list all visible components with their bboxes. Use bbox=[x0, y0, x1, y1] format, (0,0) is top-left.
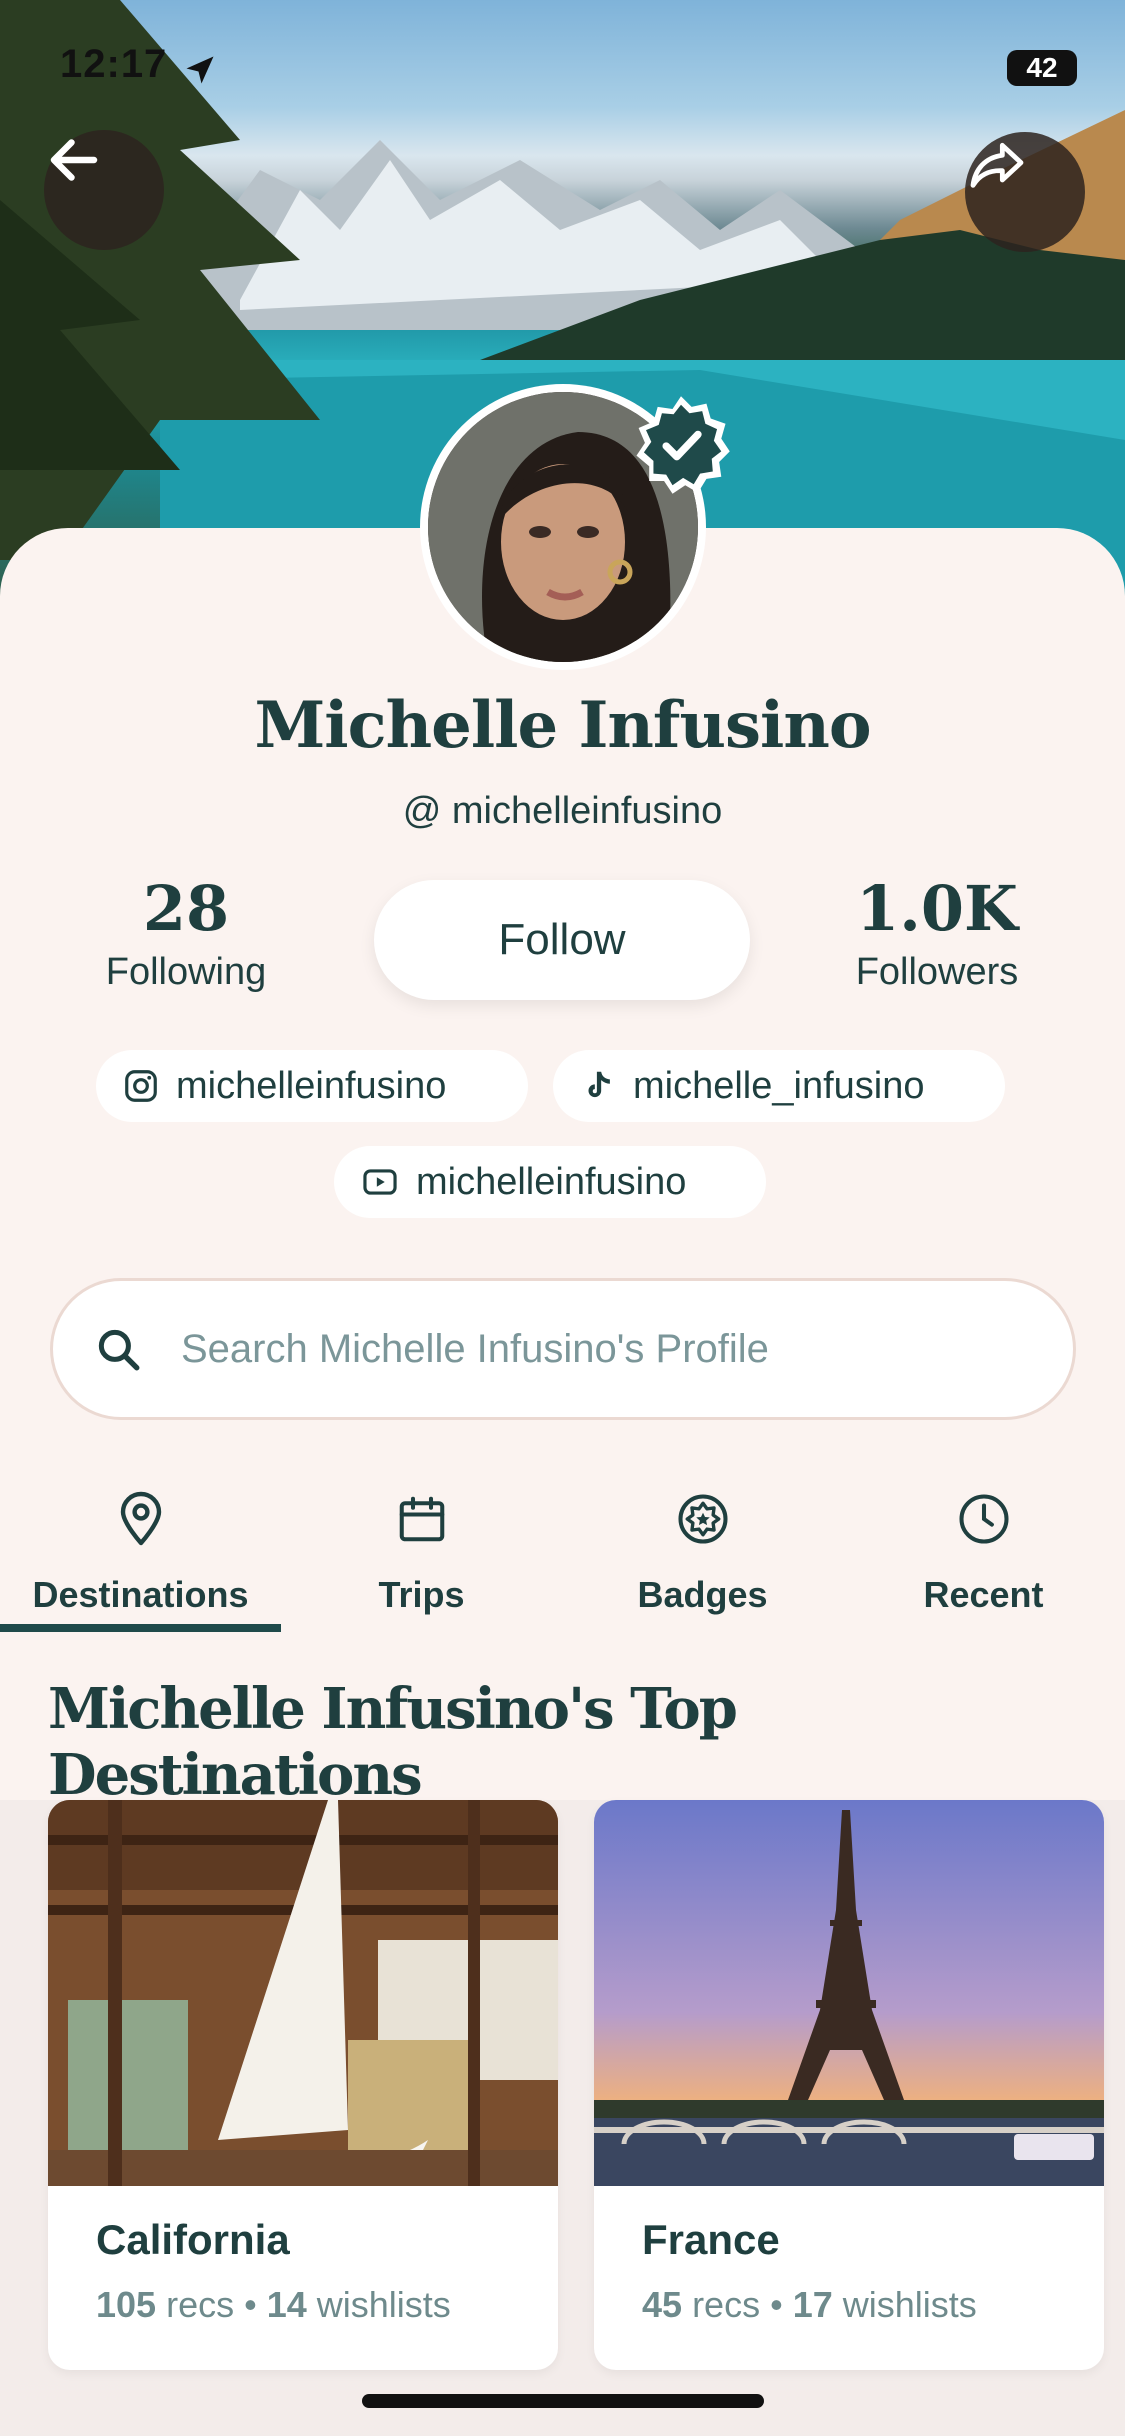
following-stat[interactable]: 28 Following bbox=[46, 872, 326, 994]
tab-badges[interactable]: Badges bbox=[562, 1476, 843, 1636]
status-bar: 12:17 42 bbox=[0, 0, 1125, 140]
instagram-handle: michelleinfusino bbox=[176, 1064, 447, 1107]
battery-indicator: 42 bbox=[1007, 50, 1077, 86]
following-count: 28 bbox=[142, 872, 230, 945]
destination-card[interactable]: France 45 recs • 17 wishlists bbox=[594, 1800, 1104, 2370]
tiktok-icon bbox=[588, 1071, 610, 1098]
destination-image bbox=[594, 1800, 1104, 2186]
destination-card[interactable]: California 105 recs • 14 wishlists bbox=[48, 1800, 558, 2370]
profile-search-input[interactable]: Search Michelle Infusino's Profile bbox=[50, 1278, 1076, 1420]
wishlists-label: wishlists bbox=[316, 2284, 451, 2325]
profile-handle: @ michelleinfusino bbox=[402, 790, 723, 832]
tab-badges-label: Badges bbox=[637, 1574, 768, 1615]
recs-label: recs bbox=[692, 2284, 761, 2325]
following-label: Following bbox=[105, 951, 267, 993]
tiktok-handle: michelle_infusino bbox=[633, 1064, 925, 1107]
wishlists-count: 14 bbox=[266, 2284, 307, 2325]
status-time: 12:17 bbox=[60, 42, 168, 86]
followers-label: Followers bbox=[855, 951, 1019, 993]
search-icon bbox=[98, 1329, 140, 1371]
search-placeholder: Search Michelle Infusino's Profile bbox=[181, 1326, 769, 1371]
youtube-icon bbox=[363, 1169, 397, 1195]
profile-tabs: Destinations Trips Badges Recent bbox=[0, 1476, 1125, 1636]
destination-name: California bbox=[96, 2216, 290, 2263]
calendar-icon bbox=[399, 1496, 444, 1542]
followers-stat[interactable]: 1.0K Followers bbox=[797, 872, 1077, 994]
arrow-left-icon bbox=[50, 139, 98, 181]
active-tab-indicator bbox=[0, 1624, 281, 1632]
instagram-link[interactable]: michelleinfusino bbox=[96, 1050, 528, 1122]
home-indicator[interactable] bbox=[362, 2394, 764, 2408]
tab-recent[interactable]: Recent bbox=[843, 1476, 1124, 1636]
youtube-handle: michelleinfusino bbox=[416, 1160, 687, 1203]
tab-recent-label: Recent bbox=[923, 1574, 1044, 1615]
back-button[interactable] bbox=[44, 130, 164, 250]
badge-icon bbox=[677, 1494, 728, 1544]
california-museum-photo bbox=[48, 1800, 558, 2186]
verified-seal-shape bbox=[636, 396, 730, 494]
recs-count: 105 bbox=[96, 2284, 157, 2325]
tab-trips[interactable]: Trips bbox=[281, 1476, 562, 1636]
recs-label: recs bbox=[166, 2284, 235, 2325]
tab-destinations[interactable]: Destinations bbox=[0, 1476, 281, 1636]
tiktok-link[interactable]: michelle_infusino bbox=[553, 1050, 1005, 1122]
france-eiffel-photo bbox=[594, 1800, 1104, 2186]
follow-button[interactable]: Follow bbox=[374, 880, 750, 1000]
recs-count: 45 bbox=[642, 2284, 683, 2325]
share-button[interactable] bbox=[965, 132, 1085, 252]
clock-icon bbox=[958, 1494, 1009, 1544]
destination-name: France bbox=[642, 2216, 780, 2263]
youtube-link[interactable]: michelleinfusino bbox=[334, 1146, 766, 1218]
followers-count: 1.0K bbox=[856, 872, 1018, 945]
verified-badge-icon bbox=[628, 392, 734, 498]
instagram-icon bbox=[125, 1070, 157, 1102]
battery-level: 42 bbox=[1026, 52, 1058, 83]
wishlists-label: wishlists bbox=[842, 2284, 977, 2325]
wishlists-count: 17 bbox=[792, 2284, 833, 2325]
profile-name: Michelle Infusino bbox=[254, 688, 871, 763]
destination-stats: 105 recs • 14 wishlists bbox=[96, 2284, 451, 2325]
share-arrow-icon bbox=[970, 142, 1024, 188]
section-title: Michelle Infusino's Top Destinations bbox=[48, 1676, 738, 1808]
tab-trips-label: Trips bbox=[378, 1574, 465, 1615]
destination-stats: 45 recs • 17 wishlists bbox=[642, 2284, 977, 2325]
destination-image bbox=[48, 1800, 558, 2186]
map-pin-icon bbox=[120, 1491, 161, 1546]
location-arrow-icon bbox=[186, 56, 214, 84]
tab-destinations-label: Destinations bbox=[32, 1574, 249, 1615]
